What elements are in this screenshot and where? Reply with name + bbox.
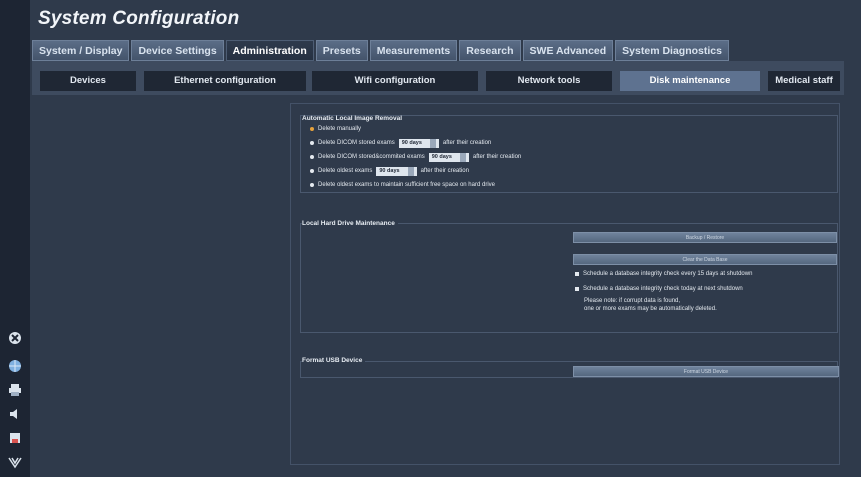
radio-icon[interactable] bbox=[310, 141, 314, 145]
chevron-down-icon[interactable] bbox=[429, 138, 436, 148]
checkbox-icon[interactable] bbox=[575, 272, 579, 276]
tab-device-settings[interactable]: Device Settings bbox=[131, 40, 224, 61]
tab-swe-advanced[interactable]: SWE Advanced bbox=[522, 40, 614, 61]
radio-selected-icon[interactable] bbox=[310, 127, 314, 131]
subtab-ethernet-configuration[interactable]: Ethernet configuration bbox=[144, 71, 306, 91]
checkbox-integrity-today[interactable]: Schedule a database integrity check toda… bbox=[575, 284, 743, 294]
days-value: 90 days bbox=[401, 140, 422, 146]
option-delete-dicom-committed[interactable]: Delete DICOM stored&commited exams 90 da… bbox=[310, 152, 521, 162]
tab-measurements[interactable]: Measurements bbox=[369, 40, 458, 61]
subtab-devices[interactable]: Devices bbox=[40, 71, 136, 91]
volume-icon[interactable] bbox=[5, 406, 25, 422]
option-suffix: after their creation bbox=[420, 168, 469, 174]
hdd-title: Local Hard Drive Maintenance bbox=[302, 220, 398, 227]
subtab-disk-maintenance[interactable]: Disk maintenance bbox=[620, 71, 760, 91]
note-line-2: one or more exams may be automatically d… bbox=[584, 306, 717, 312]
option-suffix: after their creation bbox=[442, 140, 492, 146]
radio-icon[interactable] bbox=[310, 169, 314, 173]
record-icon[interactable] bbox=[5, 430, 25, 446]
checkbox-integrity-15-days[interactable]: Schedule a database integrity check ever… bbox=[575, 269, 752, 279]
tab-system-display[interactable]: System / Display bbox=[32, 40, 130, 61]
close-icon[interactable] bbox=[5, 330, 25, 346]
format-usb-button[interactable]: Format USB Device bbox=[573, 366, 839, 377]
option-label: Delete DICOM stored exams bbox=[318, 140, 395, 146]
days-value: 90 days bbox=[379, 168, 400, 174]
checkbox-label: Schedule a database integrity check toda… bbox=[583, 286, 743, 292]
signal-icon[interactable] bbox=[5, 454, 25, 470]
days-value: 90 days bbox=[431, 154, 452, 160]
days-select[interactable]: 90 days bbox=[398, 138, 439, 148]
page-title: System Configuration bbox=[38, 8, 240, 29]
option-suffix: after their creation bbox=[472, 154, 522, 160]
option-delete-dicom-stored[interactable]: Delete DICOM stored exams 90 days after … bbox=[310, 138, 491, 148]
option-delete-oldest[interactable]: Delete oldest exams 90 days after their … bbox=[310, 166, 469, 176]
radio-icon[interactable] bbox=[310, 183, 314, 187]
checkbox-label: Schedule a database integrity check ever… bbox=[583, 271, 753, 277]
days-select[interactable]: 90 days bbox=[428, 152, 469, 162]
subtab-medical-staff[interactable]: Medical staff bbox=[768, 71, 840, 91]
option-label: Delete oldest exams bbox=[318, 168, 373, 174]
subtab-wifi-configuration[interactable]: Wifi configuration bbox=[312, 71, 478, 91]
checkbox-icon[interactable] bbox=[575, 287, 579, 291]
option-delete-oldest-free-space[interactable]: Delete oldest exams to maintain sufficie… bbox=[310, 180, 495, 190]
tab-presets[interactable]: Presets bbox=[315, 40, 368, 61]
tab-system-diagnostics[interactable]: System Diagnostics bbox=[615, 40, 729, 61]
option-delete-manually[interactable]: Delete manually bbox=[310, 124, 361, 134]
option-label: Delete DICOM stored&commited exams bbox=[318, 154, 425, 160]
main-tabs: System / Display Device Settings Adminis… bbox=[32, 40, 731, 61]
printer-icon[interactable] bbox=[5, 382, 25, 398]
note-line-1: Please note: if corrupt data is found, bbox=[584, 298, 681, 304]
tab-administration[interactable]: Administration bbox=[225, 40, 314, 61]
backup-restore-button[interactable]: Backup / Restore bbox=[573, 232, 837, 243]
days-select[interactable]: 90 days bbox=[376, 166, 417, 176]
integrity-note: Please note: if corrupt data is found, o… bbox=[584, 297, 717, 313]
radio-icon[interactable] bbox=[310, 155, 314, 159]
clear-database-button[interactable]: Clear the Data Base bbox=[573, 254, 837, 265]
usb-title: Format USB Device bbox=[302, 357, 366, 364]
globe-icon[interactable] bbox=[5, 358, 25, 374]
left-rail bbox=[0, 0, 30, 477]
chevron-down-icon[interactable] bbox=[459, 152, 466, 162]
tab-research[interactable]: Research bbox=[459, 40, 521, 61]
sub-tabs: Devices Ethernet configuration Wifi conf… bbox=[40, 71, 840, 91]
option-label: Delete manually bbox=[318, 126, 362, 132]
auto-removal-title: Automatic Local Image Removal bbox=[302, 115, 403, 122]
subtab-network-tools[interactable]: Network tools bbox=[486, 71, 612, 91]
option-label: Delete oldest exams to maintain sufficie… bbox=[318, 182, 495, 188]
chevron-down-icon[interactable] bbox=[407, 166, 414, 176]
